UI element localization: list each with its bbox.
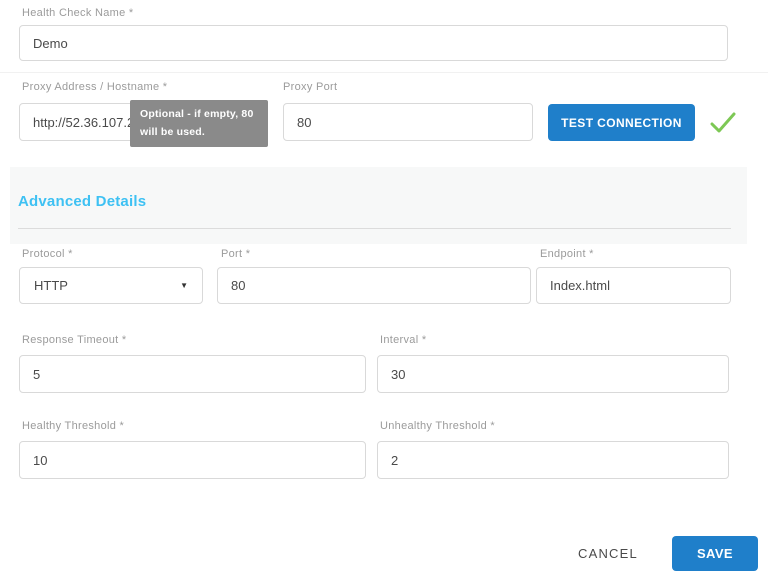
response-timeout-input[interactable] <box>19 355 366 393</box>
proxy-port-input[interactable] <box>283 103 533 141</box>
section-divider-top <box>0 72 768 73</box>
protocol-label: Protocol * <box>22 248 73 260</box>
response-timeout-field-wrap <box>19 355 366 393</box>
interval-input[interactable] <box>377 355 729 393</box>
proxy-port-field-wrap <box>283 103 533 141</box>
interval-label: Interval * <box>380 334 426 346</box>
endpoint-field-wrap <box>536 267 731 304</box>
endpoint-input[interactable] <box>536 267 731 304</box>
proxy-address-label: Proxy Address / Hostname * <box>22 81 167 93</box>
save-button[interactable]: SAVE <box>672 536 758 571</box>
advanced-details-header-band: Advanced Details <box>10 167 747 244</box>
port-label: Port * <box>221 248 250 260</box>
protocol-select[interactable]: HTTP ▼ <box>19 267 203 304</box>
cancel-button[interactable]: CANCEL <box>578 541 638 565</box>
health-check-name-field-wrap <box>19 25 728 61</box>
unhealthy-threshold-label: Unhealthy Threshold * <box>380 420 495 432</box>
unhealthy-threshold-field-wrap <box>377 441 729 479</box>
response-timeout-label: Response Timeout * <box>22 334 126 346</box>
healthy-threshold-label: Healthy Threshold * <box>22 420 124 432</box>
endpoint-label: Endpoint * <box>540 248 594 260</box>
health-check-name-input[interactable] <box>19 25 728 61</box>
advanced-details-divider <box>18 228 731 229</box>
test-connection-button[interactable]: TEST CONNECTION <box>548 104 695 141</box>
interval-field-wrap <box>377 355 729 393</box>
connection-success-check-icon <box>708 110 738 136</box>
healthy-threshold-field-wrap <box>19 441 366 479</box>
unhealthy-threshold-input[interactable] <box>377 441 729 479</box>
chevron-down-icon: ▼ <box>180 281 188 290</box>
proxy-port-tooltip: Optional - if empty, 80 will be used. <box>130 100 268 147</box>
port-input[interactable] <box>217 267 531 304</box>
health-check-form: Health Check Name * Proxy Address / Host… <box>0 0 768 580</box>
healthy-threshold-input[interactable] <box>19 441 366 479</box>
protocol-selected-value: HTTP <box>34 278 68 293</box>
advanced-details-heading: Advanced Details <box>18 193 146 210</box>
port-field-wrap <box>217 267 531 304</box>
health-check-name-label: Health Check Name * <box>22 7 133 19</box>
proxy-port-label: Proxy Port <box>283 81 337 93</box>
